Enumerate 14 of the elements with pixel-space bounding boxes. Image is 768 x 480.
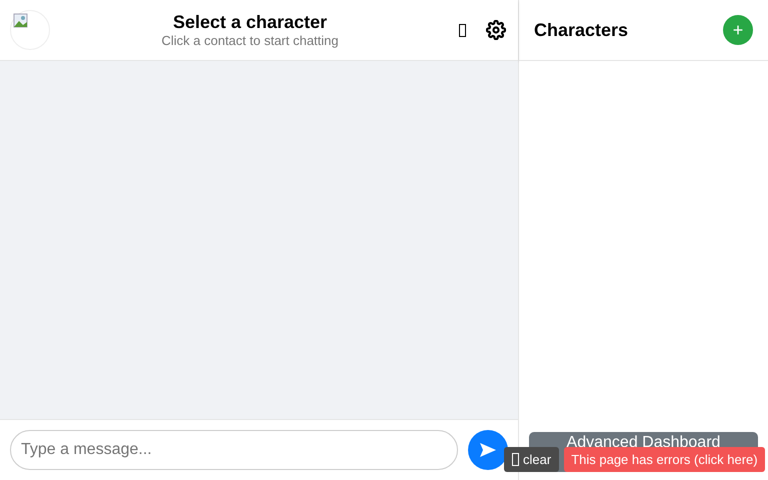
chat-subtitle: Click a contact to start chatting <box>161 33 339 49</box>
broken-image-icon <box>13 13 29 29</box>
add-button[interactable]: + <box>723 15 753 45</box>
sidebar-title: Characters <box>534 18 628 42</box>
settings-button[interactable] <box>484 18 508 42</box>
chat-title: Select a character <box>172 11 328 33</box>
missing-glyph-icon <box>512 453 519 466</box>
send-icon <box>480 443 496 457</box>
settings-icon <box>486 20 506 40</box>
send-button[interactable] <box>468 430 508 470</box>
clear-toast[interactable]: clear <box>504 447 560 472</box>
missing-glyph-icon <box>458 24 466 36</box>
error-toast[interactable]: This page has errors (click here) <box>564 447 765 472</box>
message-input[interactable]: Type a message... <box>10 430 458 470</box>
